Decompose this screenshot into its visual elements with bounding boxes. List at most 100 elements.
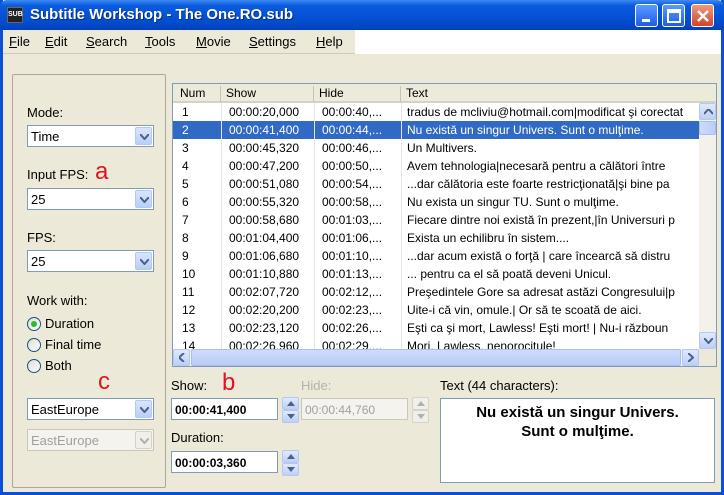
dropdown-button[interactable] (135, 190, 152, 208)
chevron-down-icon (140, 197, 149, 203)
scroll-down-button[interactable] (699, 332, 716, 349)
menu-file[interactable]: File (9, 34, 30, 49)
scroll-right-button[interactable] (682, 349, 699, 366)
mode-label: Mode: (27, 105, 64, 120)
title-bar[interactable]: SUB Subtitle Workshop - The One.RO.sub (0, 0, 724, 30)
row-text: Eşti ca şi mort, Lawless! Eşti mort! | N… (407, 321, 669, 335)
table-row[interactable]: 3 00:00:45,320 00:00:46,... Un Multivers. (173, 139, 699, 157)
row-text: ...dar călătoria este foarte restricţion… (407, 177, 670, 191)
table-row[interactable]: 6 00:00:55,320 00:00:58,... Nu exista un si… (173, 193, 699, 211)
app-icon: SUB (7, 7, 23, 23)
charset-select[interactable]: EastEurope (27, 398, 154, 420)
row-hide: 00:00:54,... (322, 177, 383, 191)
row-text: tradus de mcliviu@hotmail.com|modificat … (407, 105, 684, 119)
row-num: 3 (182, 141, 189, 155)
row-hide: 00:02:29,... (322, 339, 383, 349)
spin-up-button[interactable] (282, 450, 299, 463)
chevron-down-icon (140, 259, 149, 265)
row-show: 00:02:07,720 (229, 285, 300, 299)
subtitle-grid[interactable]: Num Show Hide Text 1 00:00:20,000 00:00:40… (172, 83, 717, 367)
vertical-scroll-thumb[interactable] (699, 121, 716, 135)
menu-bar: File Edit Search Tools Movie Settings He… (3, 30, 721, 54)
table-row[interactable]: 9 00:01:06,680 00:01:10,... ...dar acum exi… (173, 247, 699, 265)
spin-down-button[interactable] (282, 463, 299, 476)
row-num: 9 (182, 249, 189, 263)
mode-select[interactable]: Time (27, 125, 154, 147)
menu-help[interactable]: Help (316, 34, 343, 49)
table-row[interactable]: 12 00:02:20,200 00:02:23,... Uite-i că vin,… (173, 301, 699, 319)
duration-spinner[interactable] (282, 450, 299, 476)
radio-label: Both (45, 358, 72, 373)
duration-label: Duration: (171, 430, 224, 445)
row-text: Nu există un singur Univers. Sunt o mulţ… (407, 123, 644, 137)
row-num: 4 (182, 159, 189, 173)
column-header-show[interactable]: Show (222, 86, 314, 102)
row-hide: 00:02:26,... (322, 321, 383, 335)
scroll-up-button[interactable] (699, 103, 716, 120)
table-row[interactable]: 1 00:00:20,000 00:00:40,... tradus de mcliv… (173, 103, 699, 121)
spin-up-button[interactable] (282, 397, 299, 410)
table-row[interactable]: 13 00:02:23,120 00:02:26,... Eşti ca şi mor… (173, 319, 699, 337)
column-header-hide[interactable]: Hide (315, 86, 401, 102)
row-hide: 00:02:12,... (322, 285, 383, 299)
table-row[interactable]: 7 00:00:58,680 00:01:03,... Fiecare dintre … (173, 211, 699, 229)
fps-select[interactable]: 25 (27, 250, 154, 272)
row-hide: 00:00:40,... (322, 105, 383, 119)
close-button[interactable] (691, 4, 714, 27)
row-show: 00:00:51,080 (229, 177, 300, 191)
chevron-right-icon (688, 353, 694, 362)
table-row[interactable]: 5 00:00:51,080 00:00:54,... ...dar călători… (173, 175, 699, 193)
app-window: SUB Subtitle Workshop - The One.RO.sub F… (0, 0, 724, 495)
scroll-left-button[interactable] (173, 349, 190, 366)
vertical-scrollbar[interactable] (699, 103, 716, 349)
annotation-c: c (98, 368, 110, 395)
row-show: 00:01:10,880 (229, 267, 300, 281)
row-hide: 00:00:46,... (322, 141, 383, 155)
table-row[interactable]: 2 00:00:41,400 00:00:44,... Nu există un si… (173, 121, 699, 139)
dropdown-button[interactable] (135, 400, 152, 418)
radio-both[interactable]: Both (27, 358, 147, 374)
table-row[interactable]: 8 00:01:04,400 00:01:06,... Exista un echil… (173, 229, 699, 247)
table-row[interactable]: 10 00:01:10,880 00:01:13,... ... pentru ca … (173, 265, 699, 283)
column-header-num[interactable]: Num (176, 86, 221, 102)
hide-time-spinner (412, 397, 429, 423)
radio-final-time[interactable]: Final time (27, 337, 147, 353)
horizontal-scroll-thumb[interactable] (191, 349, 681, 366)
show-time-input[interactable]: 00:00:41,400 (171, 398, 278, 420)
maximize-button[interactable] (662, 4, 685, 27)
subtitle-text-editor[interactable]: Nu există un singur Univers. Sunt o mulţ… (440, 398, 715, 483)
chevron-down-icon (140, 407, 149, 413)
horizontal-scrollbar[interactable] (173, 349, 699, 366)
row-show: 00:00:55,320 (229, 195, 300, 209)
row-text: Exista un echilibru în sistem.... (407, 231, 570, 245)
column-divider (401, 103, 402, 349)
dropdown-button[interactable] (135, 127, 152, 145)
menu-search[interactable]: Search (86, 34, 127, 49)
table-row[interactable]: 4 00:00:47,200 00:00:50,... Avem tehnologia… (173, 157, 699, 175)
column-header-text[interactable]: Text (402, 86, 702, 102)
radio-label: Final time (45, 337, 102, 352)
row-hide: 00:00:44,... (322, 123, 383, 137)
annotation-b: b (222, 369, 236, 396)
work-with-label: Work with: (27, 293, 88, 308)
dropdown-button[interactable] (135, 252, 152, 270)
duration-input[interactable]: 00:00:03,360 (171, 451, 278, 473)
table-row[interactable]: 11 00:02:07,720 00:02:12,... Preşedintele G… (173, 283, 699, 301)
table-row[interactable]: 14 00:02:26,960 00:02:29,... Mori, Lawless,… (173, 337, 699, 349)
radio-circle (27, 317, 41, 331)
input-fps-select[interactable]: 25 (27, 188, 154, 210)
charset-value: EastEurope (31, 402, 99, 417)
radio-duration[interactable]: Duration (27, 316, 147, 332)
menu-settings[interactable]: Settings (249, 34, 296, 49)
row-num: 11 (182, 285, 195, 299)
menu-movie[interactable]: Movie (196, 34, 231, 49)
menu-tools[interactable]: Tools (145, 34, 175, 49)
minimize-button[interactable] (635, 4, 658, 27)
menu-edit[interactable]: Edit (45, 34, 67, 49)
show-time-spinner[interactable] (282, 397, 299, 423)
chevron-up-icon (704, 109, 713, 115)
spin-down-button[interactable] (282, 410, 299, 423)
row-hide: 00:00:58,... (322, 195, 383, 209)
row-text: Mori, Lawless, nenorocitule! (407, 339, 556, 349)
row-show: 00:00:47,200 (229, 159, 300, 173)
